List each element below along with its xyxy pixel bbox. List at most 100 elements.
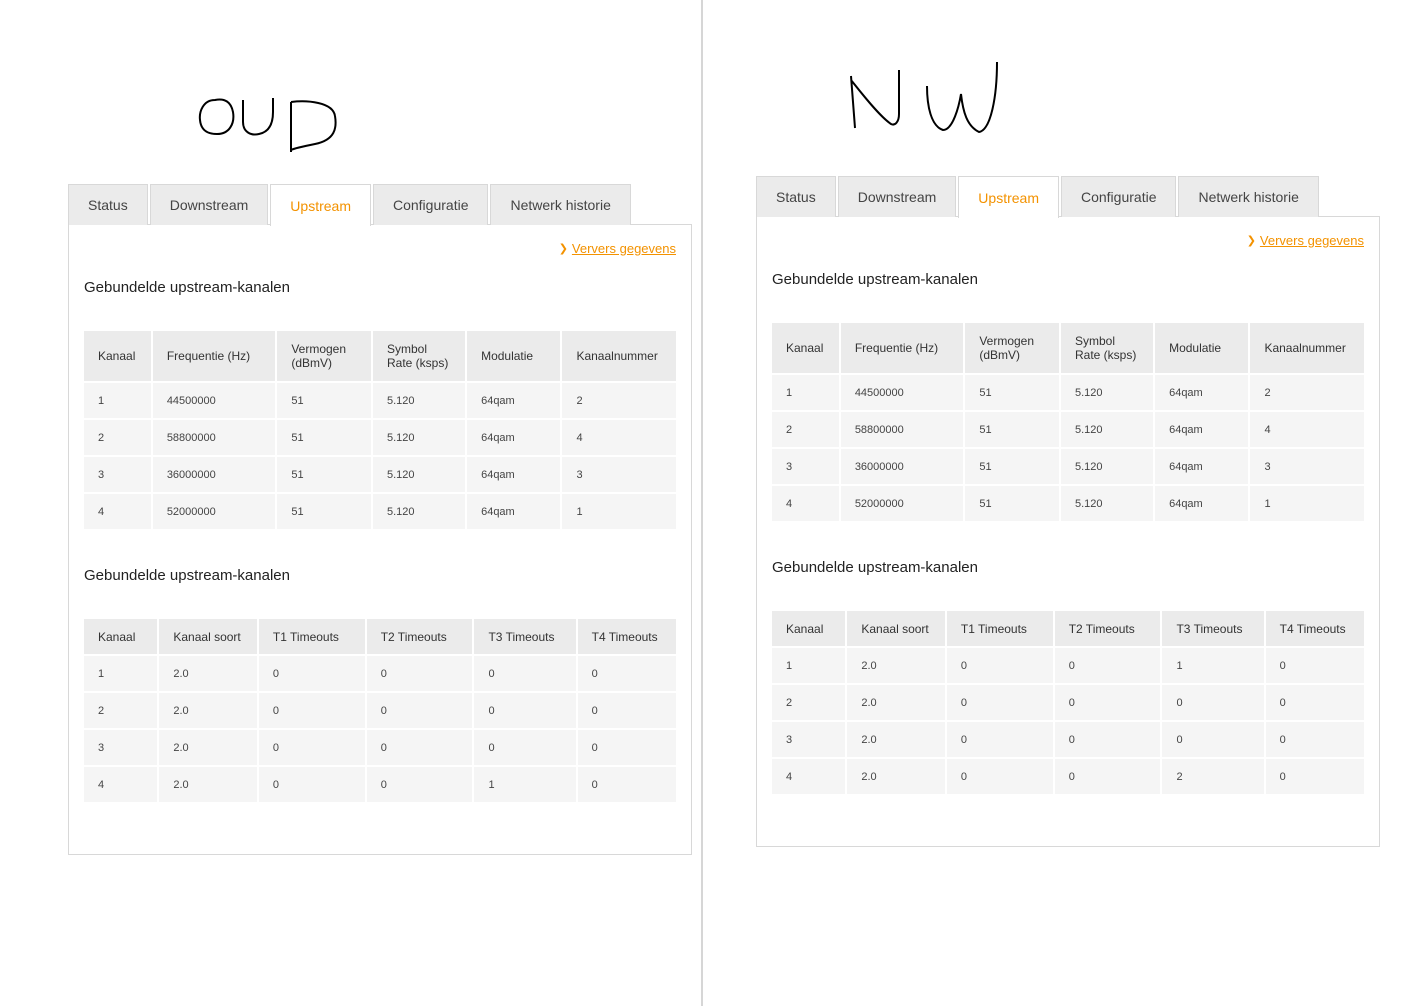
table-cell: 5.120 [1061,412,1154,447]
tab-netwerk-historie[interactable]: Netwerk historie [1178,176,1319,217]
table-cell: 3 [84,457,151,492]
table-row: 4 52000000 51 5.120 64qam 1 [84,494,676,529]
tab-status[interactable]: Status [68,184,148,225]
table-header-row: Kanaal Kanaal soort T1 Timeouts T2 Timeouts… [84,619,676,654]
table-cell: 2.0 [847,722,945,757]
table-cell: 51 [965,412,1059,447]
column-header: Frequentie (Hz) [152,331,276,381]
chevron-right-icon: ❯ [1246,234,1256,247]
table-cell: 2.0 [159,693,257,728]
column-header: T1 Timeouts [258,619,365,654]
table-cell: 4 [562,420,676,455]
column-header: T4 Timeouts [577,619,676,654]
tab-upstream[interactable]: Upstream [958,176,1059,218]
table-cell: 0 [946,759,1053,794]
tab-upstream[interactable]: Upstream [270,184,371,226]
table-row: 1 2.0 0 0 1 0 [772,648,1364,683]
column-header: Kanaalnummer [1250,323,1364,373]
table-cell: 0 [366,730,473,765]
table-cell: 44500000 [152,383,276,418]
table-cell: 4 [772,759,846,794]
table-cell: 5.120 [1061,449,1154,484]
table-cell: 44500000 [840,375,964,410]
table-row: 2 58800000 51 5.120 64qam 4 [772,412,1364,447]
table-cell: 64qam [1155,412,1249,447]
column-header: Kanaalnummer [562,331,676,381]
chevron-right-icon: ❯ [558,242,568,255]
screenshot-canvas: Status Downstream Upstream Configuratie … [0,0,1406,1006]
table-cell: 2 [1250,375,1364,410]
section-title-timeouts: Gebundelde upstream-kanalen [772,559,978,576]
column-header: Modulatie [1155,323,1249,373]
table-row: 4 2.0 0 0 2 0 [772,759,1364,794]
table-cell: 0 [366,767,473,802]
tab-downstream[interactable]: Downstream [837,176,957,217]
section-title-channels: Gebundelde upstream-kanalen [772,271,978,288]
table-cell: 0 [474,656,576,691]
refresh-data-link[interactable]: Ververs gegevens [1260,233,1364,248]
refresh-row: ❯ Ververs gegevens [772,232,1364,248]
table-cell: 0 [1265,685,1364,720]
table-cell: 2 [772,412,839,447]
table-cell: 1 [1250,486,1364,521]
table-cell: 1 [772,648,846,683]
table-header-row: Kanaal Frequentie (Hz) Vermogen (dBmV) Symb… [772,323,1364,373]
table-cell: 0 [258,730,365,765]
table-cell: 4 [1250,412,1364,447]
table-row: 2 58800000 51 5.120 64qam 4 [84,420,676,455]
table-cell: 5.120 [1061,375,1154,410]
tab-configuratie[interactable]: Configuratie [1060,176,1177,217]
table-cell: 51 [277,457,371,492]
table-cell: 2 [772,685,846,720]
table-cell: 1 [84,656,158,691]
column-header: Symbol Rate (ksps) [373,331,466,381]
table-row: 1 44500000 51 5.120 64qam 2 [84,383,676,418]
table-cell: 4 [772,486,839,521]
column-header: T3 Timeouts [474,619,576,654]
table-cell: 0 [1054,722,1161,757]
table-cell: 1 [84,383,151,418]
table-row: 3 2.0 0 0 0 0 [772,722,1364,757]
section-title-channels: Gebundelde upstream-kanalen [84,279,290,296]
table-cell: 0 [1054,648,1161,683]
tab-netwerk-historie[interactable]: Netwerk historie [490,184,631,225]
table-row: 3 36000000 51 5.120 64qam 3 [84,457,676,492]
table-cell: 0 [1265,759,1364,794]
column-header: T3 Timeouts [1162,611,1264,646]
tab-configuratie[interactable]: Configuratie [372,184,489,225]
upstream-channels-table: Kanaal Frequentie (Hz) Vermogen (dBmV) Symb… [82,329,678,531]
tab-bar: Status Downstream Upstream Configuratie … [756,176,1380,218]
table-cell: 51 [277,383,371,418]
column-header: Vermogen (dBmV) [965,323,1059,373]
handwritten-label-nw [850,61,998,134]
table-cell: 2 [84,693,158,728]
table-cell: 2.0 [159,767,257,802]
table-cell: 3 [84,730,158,765]
table-cell: 5.120 [373,457,466,492]
table-cell: 3 [772,722,846,757]
table-cell: 36000000 [152,457,276,492]
tab-bar: Status Downstream Upstream Configuratie … [68,184,692,226]
table-cell: 51 [965,375,1059,410]
table-cell: 0 [366,693,473,728]
column-header: T2 Timeouts [366,619,473,654]
refresh-row: ❯ Ververs gegevens [84,240,676,256]
table-cell: 5.120 [373,383,466,418]
table-cell: 64qam [467,457,561,492]
upstream-timeouts-table: Kanaal Kanaal soort T1 Timeouts T2 Timeouts… [770,609,1366,796]
tab-downstream[interactable]: Downstream [149,184,269,225]
table-cell: 58800000 [840,412,964,447]
refresh-data-link[interactable]: Ververs gegevens [572,241,676,256]
table-cell: 0 [1265,648,1364,683]
table-cell: 0 [946,685,1053,720]
table-cell: 64qam [1155,449,1249,484]
table-cell: 2.0 [847,759,945,794]
section-title-timeouts: Gebundelde upstream-kanalen [84,567,290,584]
table-cell: 2.0 [847,685,945,720]
table-cell: 0 [577,693,676,728]
vertical-divider [701,0,703,1006]
column-header: Kanaal soort [159,619,257,654]
column-header: Kanaal [772,611,846,646]
table-cell: 3 [562,457,676,492]
tab-status[interactable]: Status [756,176,836,217]
